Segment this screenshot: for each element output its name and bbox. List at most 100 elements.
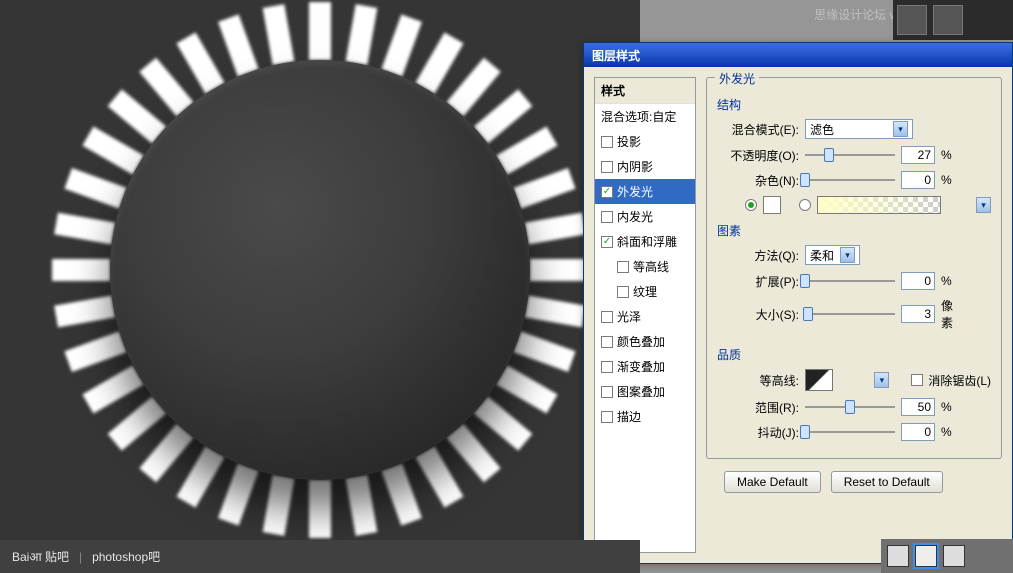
style-item-9[interactable]: 渐变叠加 bbox=[595, 354, 695, 379]
noise-label: 杂色(N): bbox=[717, 172, 799, 189]
panel-thumb[interactable] bbox=[933, 5, 963, 35]
styles-header: 样式 bbox=[595, 78, 695, 104]
dial-tick bbox=[82, 365, 143, 413]
elements-label: 图素 bbox=[717, 222, 991, 239]
style-checkbox[interactable] bbox=[601, 211, 613, 223]
contour-label: 等高线: bbox=[717, 372, 799, 389]
outer-glow-group: 外发光 结构 混合模式(E): 滤色 不透明度(O): % bbox=[706, 77, 1002, 459]
size-input[interactable] bbox=[901, 305, 935, 323]
range-slider[interactable] bbox=[805, 400, 895, 414]
style-checkbox[interactable] bbox=[601, 361, 613, 373]
panel-thumb[interactable] bbox=[897, 5, 927, 35]
style-item-label: 内发光 bbox=[617, 208, 653, 225]
contour-picker[interactable] bbox=[805, 369, 833, 391]
style-checkbox[interactable] bbox=[601, 136, 613, 148]
layer-thumb[interactable] bbox=[943, 545, 965, 567]
spread-slider[interactable] bbox=[805, 274, 895, 288]
canvas-area[interactable] bbox=[0, 0, 640, 540]
chevron-down-icon[interactable] bbox=[976, 197, 991, 213]
style-checkbox[interactable] bbox=[601, 311, 613, 323]
blend-mode-select[interactable]: 滤色 bbox=[805, 119, 913, 139]
style-item-11[interactable]: 描边 bbox=[595, 404, 695, 429]
style-item-2[interactable]: 外发光 bbox=[595, 179, 695, 204]
style-item-label: 描边 bbox=[617, 408, 641, 425]
style-checkbox[interactable] bbox=[601, 161, 613, 173]
dial-tick bbox=[447, 424, 501, 483]
style-checkbox[interactable] bbox=[601, 411, 613, 423]
opacity-slider[interactable] bbox=[805, 148, 895, 162]
style-item-7[interactable]: 光泽 bbox=[595, 304, 695, 329]
style-item-8[interactable]: 颜色叠加 bbox=[595, 329, 695, 354]
gradient-radio[interactable] bbox=[799, 199, 811, 211]
dial-tick bbox=[474, 397, 533, 451]
style-item-label: 外发光 bbox=[617, 183, 653, 200]
layer-thumbs bbox=[881, 539, 1013, 573]
noise-input[interactable] bbox=[901, 171, 935, 189]
jitter-slider[interactable] bbox=[805, 425, 895, 439]
opacity-input[interactable] bbox=[901, 146, 935, 164]
layer-thumb[interactable] bbox=[887, 545, 909, 567]
unit: % bbox=[941, 425, 963, 439]
range-input[interactable] bbox=[901, 398, 935, 416]
dial-tick bbox=[381, 14, 422, 76]
style-checkbox[interactable] bbox=[617, 286, 629, 298]
style-item-4[interactable]: 斜面和浮雕 bbox=[595, 229, 695, 254]
size-slider[interactable] bbox=[805, 307, 895, 321]
dial-tick bbox=[309, 2, 331, 60]
style-item-5[interactable]: 等高线 bbox=[595, 254, 695, 279]
dial-tick bbox=[263, 475, 295, 536]
unit: % bbox=[941, 274, 963, 288]
dial-tick bbox=[496, 365, 557, 413]
style-item-3[interactable]: 内发光 bbox=[595, 204, 695, 229]
item-label: 混合选项:自定 bbox=[601, 108, 676, 125]
dialog-titlebar[interactable]: 图层样式 bbox=[584, 43, 1012, 67]
dial-tick bbox=[139, 424, 193, 483]
chevron-down-icon[interactable] bbox=[874, 372, 889, 388]
style-checkbox[interactable] bbox=[617, 261, 629, 273]
noise-slider[interactable] bbox=[805, 173, 895, 187]
color-radio[interactable] bbox=[745, 199, 757, 211]
dial-tick bbox=[218, 464, 259, 526]
style-item-label: 等高线 bbox=[633, 258, 669, 275]
unit: % bbox=[941, 173, 963, 187]
dial-tick bbox=[64, 168, 126, 209]
blend-options-item[interactable]: 混合选项:自定 bbox=[595, 104, 695, 129]
dial-tick bbox=[346, 475, 378, 536]
style-item-6[interactable]: 纹理 bbox=[595, 279, 695, 304]
dial-tick bbox=[381, 464, 422, 526]
dial-tick bbox=[176, 446, 224, 507]
layer-thumb[interactable] bbox=[915, 545, 937, 567]
quality-label: 品质 bbox=[717, 346, 991, 363]
style-checkbox[interactable] bbox=[601, 236, 613, 248]
chevron-down-icon[interactable] bbox=[840, 247, 855, 263]
technique-value: 柔和 bbox=[810, 247, 834, 264]
dial-tick bbox=[496, 126, 557, 174]
style-checkbox[interactable] bbox=[601, 386, 613, 398]
style-checkbox[interactable] bbox=[601, 336, 613, 348]
chevron-down-icon[interactable] bbox=[893, 121, 908, 137]
dial-tick bbox=[108, 397, 167, 451]
reset-default-button[interactable]: Reset to Default bbox=[831, 471, 943, 493]
jitter-input[interactable] bbox=[901, 423, 935, 441]
style-item-label: 颜色叠加 bbox=[617, 333, 665, 350]
make-default-button[interactable]: Make Default bbox=[724, 471, 821, 493]
technique-select[interactable]: 柔和 bbox=[805, 245, 860, 265]
style-item-label: 渐变叠加 bbox=[617, 358, 665, 375]
blend-mode-label: 混合模式(E): bbox=[717, 121, 799, 138]
style-item-10[interactable]: 图案叠加 bbox=[595, 379, 695, 404]
button-label: Reset to Default bbox=[844, 475, 930, 489]
style-item-1[interactable]: 内阴影 bbox=[595, 154, 695, 179]
dial-tick bbox=[474, 89, 533, 143]
color-swatch[interactable] bbox=[763, 196, 781, 214]
unit: 像素 bbox=[941, 297, 963, 331]
spread-input[interactable] bbox=[901, 272, 935, 290]
antialias-checkbox[interactable] bbox=[911, 374, 923, 386]
dial-tick bbox=[346, 4, 378, 65]
size-label: 大小(S): bbox=[717, 306, 799, 323]
style-checkbox[interactable] bbox=[601, 186, 613, 198]
dial-tick bbox=[415, 32, 463, 93]
gradient-swatch[interactable] bbox=[817, 196, 941, 214]
panel-tabs bbox=[893, 0, 1013, 40]
style-item-0[interactable]: 投影 bbox=[595, 129, 695, 154]
unit: % bbox=[941, 148, 963, 162]
